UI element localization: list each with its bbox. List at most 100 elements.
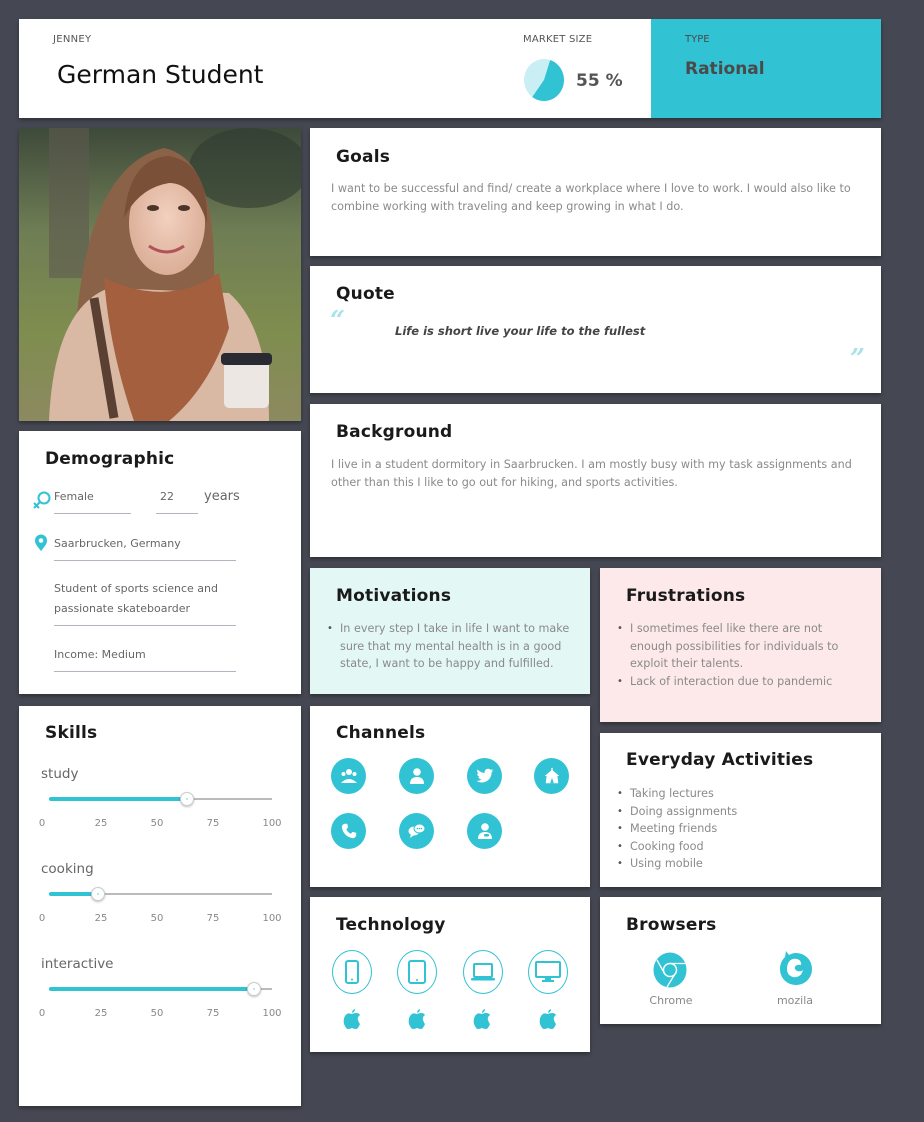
activity-item: Taking lectures: [617, 785, 862, 803]
skill-scale-tick: 25: [94, 818, 108, 829]
goals-card: Goals I want to be successful and find/ …: [310, 128, 881, 256]
quote-title: Quote: [336, 284, 395, 304]
apple-icon: [408, 1009, 425, 1029]
skill-cooking: cooking 0 25 50 75 100: [19, 861, 301, 951]
market-size-label: MARKET SIZE: [523, 34, 593, 45]
skill-scale-tick: 0: [38, 818, 46, 829]
activity-item: Doing assignments: [617, 803, 862, 821]
income-field[interactable]: Income: Medium: [54, 645, 236, 672]
phone-icon: [331, 813, 366, 849]
skill-scale-tick: 50: [150, 913, 164, 924]
quote-text: Life is short live your life to the full…: [395, 324, 646, 338]
demographic-title: Demographic: [45, 449, 175, 469]
skill-label: interactive: [41, 956, 114, 972]
frustration-item: Lack of interaction due to pandemic: [617, 673, 862, 691]
skill-slider-track[interactable]: [49, 887, 272, 901]
type-panel: TYPE Rational: [651, 19, 881, 118]
activity-item: Meeting friends: [617, 820, 862, 838]
skills-card: Skills study 0 25 50 75 100 cooking 0 25 50 75 100 i…: [19, 706, 301, 1106]
type-label: TYPE: [685, 34, 710, 45]
tablet-icon: [397, 950, 437, 994]
location-field[interactable]: Saarbrucken, Germany: [54, 534, 236, 561]
goals-title: Goals: [336, 147, 391, 167]
frustrations-list: I sometimes feel like there are not enou…: [617, 620, 862, 690]
age-field[interactable]: 22: [156, 487, 198, 514]
frustrations-title: Frustrations: [626, 586, 746, 606]
female-gender-icon: [33, 491, 51, 509]
motivations-card: Motivations In every step I take in life…: [310, 568, 590, 694]
channels-title: Channels: [336, 723, 426, 743]
motivations-list: In every step I take in life I want to m…: [327, 620, 572, 673]
skill-scale-tick: 100: [262, 1008, 282, 1019]
technology-title: Technology: [336, 915, 446, 935]
skill-scale-tick: 75: [206, 1008, 220, 1019]
skill-study: study 0 25 50 75 100: [19, 766, 301, 856]
motivation-item: In every step I take in life I want to m…: [327, 620, 572, 673]
skill-slider-thumb[interactable]: [247, 982, 262, 996]
skill-scale-tick: 50: [150, 1008, 164, 1019]
skill-scale: 0 25 50 75 100: [19, 818, 301, 832]
persona-photo: [19, 128, 301, 421]
skill-slider-fill: [49, 987, 255, 991]
skill-scale-tick: 25: [94, 1008, 108, 1019]
skill-scale-tick: 0: [38, 1008, 46, 1019]
browser-label-mozila: mozila: [776, 994, 814, 1007]
smartphone-icon: [332, 950, 372, 994]
everyday-activities-card: Everyday Activities Taking lectures Doin…: [600, 733, 881, 887]
apple-icon: [539, 1009, 556, 1029]
persona-header: JENNEY German Student MARKET SIZE 55 % T…: [19, 19, 881, 118]
laptop-icon: [463, 950, 503, 994]
browser-label-chrome: Chrome: [649, 994, 693, 1007]
skill-scale-tick: 0: [38, 913, 46, 924]
technology-card: Technology: [310, 897, 590, 1052]
skill-label: cooking: [41, 861, 94, 877]
activities-title: Everyday Activities: [626, 750, 814, 770]
open-quote-icon: “: [330, 306, 345, 336]
skill-slider-track[interactable]: [49, 792, 272, 806]
apple-icon: [473, 1009, 490, 1029]
skills-title: Skills: [45, 723, 98, 743]
chat-bubbles-icon: [399, 813, 434, 849]
skill-scale-tick: 75: [206, 818, 220, 829]
activities-list: Taking lectures Doing assignments Meetin…: [617, 785, 862, 873]
gender-field[interactable]: Female: [54, 487, 131, 514]
support-agent-icon: [467, 813, 502, 849]
channels-card: Channels: [310, 706, 590, 887]
event-tent-icon: [534, 758, 569, 794]
skill-scale-tick: 25: [94, 913, 108, 924]
background-title: Background: [336, 422, 453, 442]
person-icon: [399, 758, 434, 794]
skill-scale-tick: 75: [206, 913, 220, 924]
activity-item: Using mobile: [617, 855, 862, 873]
skill-scale-tick: 100: [262, 818, 282, 829]
persona-title: German Student: [57, 60, 264, 89]
skill-scale-tick: 50: [150, 818, 164, 829]
apple-icon: [343, 1009, 360, 1029]
skill-slider-track[interactable]: [49, 982, 272, 996]
close-quote-icon: ”: [850, 344, 865, 374]
skill-label: study: [41, 766, 79, 782]
persona-photo-illustration: [19, 128, 301, 421]
skill-scale-tick: 100: [262, 913, 282, 924]
skill-slider-thumb[interactable]: [91, 887, 106, 901]
browsers-title: Browsers: [626, 915, 717, 935]
group-meeting-icon: [331, 758, 366, 794]
background-card: Background I live in a student dormitory…: [310, 404, 881, 557]
market-size-value: 55 %: [576, 71, 623, 91]
goals-text: I want to be successful and find/ create…: [331, 182, 851, 213]
age-unit-label: years: [204, 489, 240, 504]
twitter-icon: [467, 758, 502, 794]
motivations-title: Motivations: [336, 586, 452, 606]
type-value: Rational: [685, 59, 765, 79]
persona-name: JENNEY: [53, 34, 92, 45]
occupation-field[interactable]: Student of sports science and passionate…: [54, 579, 236, 626]
skill-slider-fill: [49, 797, 188, 801]
skill-slider-thumb[interactable]: [180, 792, 195, 806]
desktop-monitor-icon: [528, 950, 568, 994]
skill-scale: 0 25 50 75 100: [19, 1008, 301, 1022]
frustrations-card: Frustrations I sometimes feel like there…: [600, 568, 881, 722]
location-pin-icon: [35, 534, 47, 551]
firefox-icon: [780, 951, 812, 985]
background-text: I live in a student dormitory in Saarbru…: [331, 458, 852, 489]
skill-scale: 0 25 50 75 100: [19, 913, 301, 927]
